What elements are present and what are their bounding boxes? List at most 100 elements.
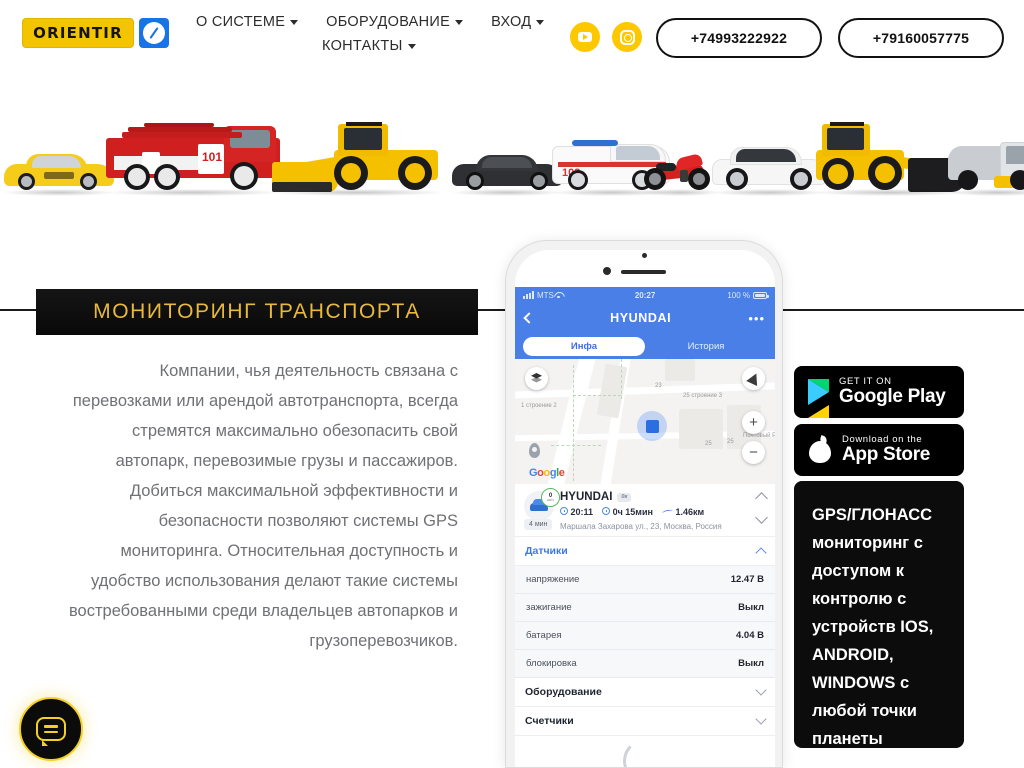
vehicle-info-top: 0 км/ч HYUNDAI 0к 20:11 0ч 15мин 1.46км … [524, 488, 766, 531]
distance-value: 1.46км [675, 507, 705, 517]
section-equipment-header[interactable]: Оборудование [515, 678, 775, 707]
phone-button-1[interactable]: +74993222922 [656, 18, 822, 58]
phone-buttons: +74993222922 +79160057775 [656, 18, 1004, 58]
more-options-icon[interactable]: ••• [748, 311, 765, 326]
vehicle-address: Маршала Захарова ул., 23, Москва, Россия [560, 522, 722, 531]
section-counters-title: Счетчики [525, 715, 574, 727]
chevron-down-icon [290, 19, 299, 25]
vehicle-banner: 101 [0, 86, 1024, 200]
title-rule-left [0, 309, 40, 311]
section-equipment-title: Оборудование [525, 686, 602, 698]
sensor-row-lock: блокировка Выкл [515, 650, 775, 678]
chat-bubble-icon [36, 717, 66, 746]
section-counters-header[interactable]: Счетчики [515, 707, 775, 736]
nav-item-contacts[interactable]: КОНТАКТЫ [322, 38, 416, 54]
app-store-large: App Store [842, 444, 931, 466]
speed-badge: 0 км/ч [541, 488, 560, 507]
google-play-icon [808, 379, 829, 418]
site-logo[interactable]: ORIENTIR [22, 18, 169, 48]
tab-history[interactable]: История [645, 337, 767, 356]
time-chip: 4 мин [524, 519, 553, 530]
google-attribution: Google [529, 467, 565, 479]
sensor-key: батарея [526, 630, 562, 641]
tab-info[interactable]: Инфа [523, 336, 645, 356]
chevron-up-icon [755, 546, 767, 559]
vehicle-fire-truck: 101 [106, 100, 280, 196]
sensor-value: 4.04 В [736, 630, 764, 641]
speed-unit: км/ч [547, 497, 554, 502]
locate-icon[interactable] [742, 367, 765, 390]
app-screen: MTS 20:27 100 % HYUNDAI ••• Инфа История [515, 287, 775, 767]
app-store-badge[interactable]: Download on the App Store [794, 424, 964, 476]
loading-spinner [623, 739, 667, 767]
carrier-label: MTS [537, 290, 554, 300]
engine-chip: 0к [617, 492, 632, 502]
phone-button-2[interactable]: +79160057775 [838, 18, 1004, 58]
vehicle-wheel-loader-2 [814, 108, 966, 196]
compass-icon [139, 18, 169, 48]
map-path [573, 365, 574, 481]
zoom-out-button[interactable]: − [742, 441, 765, 464]
last-time-value: 20:11 [570, 507, 594, 517]
duration-stat: 0ч 15мин [602, 507, 653, 517]
map-building [665, 359, 695, 381]
signal-icon [523, 291, 534, 299]
sensor-dot-icon [603, 267, 611, 275]
battery-label: 100 % [727, 290, 750, 300]
feature-info-box: GPS/ГЛОНАСС мониторинг с доступом к конт… [794, 481, 964, 748]
status-bar: MTS 20:27 100 % [515, 287, 775, 303]
social-links [570, 22, 642, 52]
vehicle-wheel-loader-1 [272, 112, 444, 196]
section-sensors-header[interactable]: Датчики [515, 537, 775, 566]
map-building [596, 363, 628, 419]
vehicle-info-body: HYUNDAI 0к 20:11 0ч 15мин 1.46км Маршала… [560, 491, 766, 531]
app-store-text: Download on the App Store [842, 435, 930, 465]
vehicle-street-sweeper [948, 124, 1024, 196]
compass-glyph [143, 22, 165, 44]
sensor-row-voltage: напряжение 12.47 В [515, 566, 775, 594]
main-navigation: О СИСТЕМЕ ОБОРУДОВАНИЕ ВХОД КОНТАКТЫ [196, 14, 546, 54]
logo-text: ORIENTIR [33, 24, 123, 42]
vehicle-motorcycle [640, 144, 720, 196]
vehicle-info-card[interactable]: 0 км/ч HYUNDAI 0к 20:11 0ч 15мин 1.46км … [515, 484, 775, 537]
phone-mockup: MTS 20:27 100 % HYUNDAI ••• Инфа История [505, 240, 783, 768]
duration-value: 0ч 15мин [612, 507, 653, 517]
vehicle-name-row: HYUNDAI 0к [560, 491, 766, 503]
map-view[interactable]: 1 строение 2 23 25 строение 3 25 25 Почт… [515, 359, 775, 484]
section-sensors-title: Датчики [525, 545, 568, 557]
zoom-in-button[interactable]: + [742, 411, 765, 434]
layers-icon[interactable] [525, 367, 548, 390]
nav-row-secondary: КОНТАКТЫ [196, 38, 546, 54]
youtube-icon[interactable] [570, 22, 600, 52]
nav-label-equipment: ОБОРУДОВАНИЕ [326, 14, 451, 30]
instagram-icon[interactable] [612, 22, 642, 52]
map-path [551, 445, 601, 446]
front-camera-icon [642, 253, 647, 258]
map-road [515, 382, 775, 399]
page-root: ORIENTIR О СИСТЕМЕ ОБОРУДОВАНИЕ ВХОД КОН… [0, 0, 1024, 768]
app-bar-title: HYUNDAI [610, 311, 672, 325]
clock-icon [602, 507, 611, 515]
car-avatar-icon: 0 км/ч [524, 488, 560, 521]
sensor-row-battery: батарея 4.04 В [515, 622, 775, 650]
vehicle-marker[interactable] [637, 411, 667, 441]
status-bar-time: 20:27 [634, 290, 656, 300]
sensor-value: Выкл [738, 602, 764, 613]
map-label: Почтовый Ро [743, 433, 775, 439]
wifi-icon [554, 292, 563, 299]
site-header: ORIENTIR О СИСТЕМЕ ОБОРУДОВАНИЕ ВХОД КОН… [0, 0, 1024, 80]
google-play-badge[interactable]: GET IT ON Google Play [794, 366, 964, 418]
map-label: 25 [705, 441, 712, 447]
nav-item-login[interactable]: ВХОД [491, 14, 545, 30]
map-label: 25 [727, 439, 734, 445]
route-icon [662, 507, 673, 515]
vehicle-name: HYUNDAI [560, 491, 613, 503]
chevron-down-icon [536, 19, 545, 25]
nav-item-about[interactable]: О СИСТЕМЕ [196, 14, 299, 30]
clock-icon [560, 507, 568, 515]
sensor-key: блокировка [526, 658, 577, 669]
map-building [679, 409, 723, 449]
nav-item-equipment[interactable]: ОБОРУДОВАНИЕ [326, 14, 464, 30]
chevron-down-icon [407, 43, 416, 49]
chat-widget-button[interactable] [19, 697, 83, 761]
